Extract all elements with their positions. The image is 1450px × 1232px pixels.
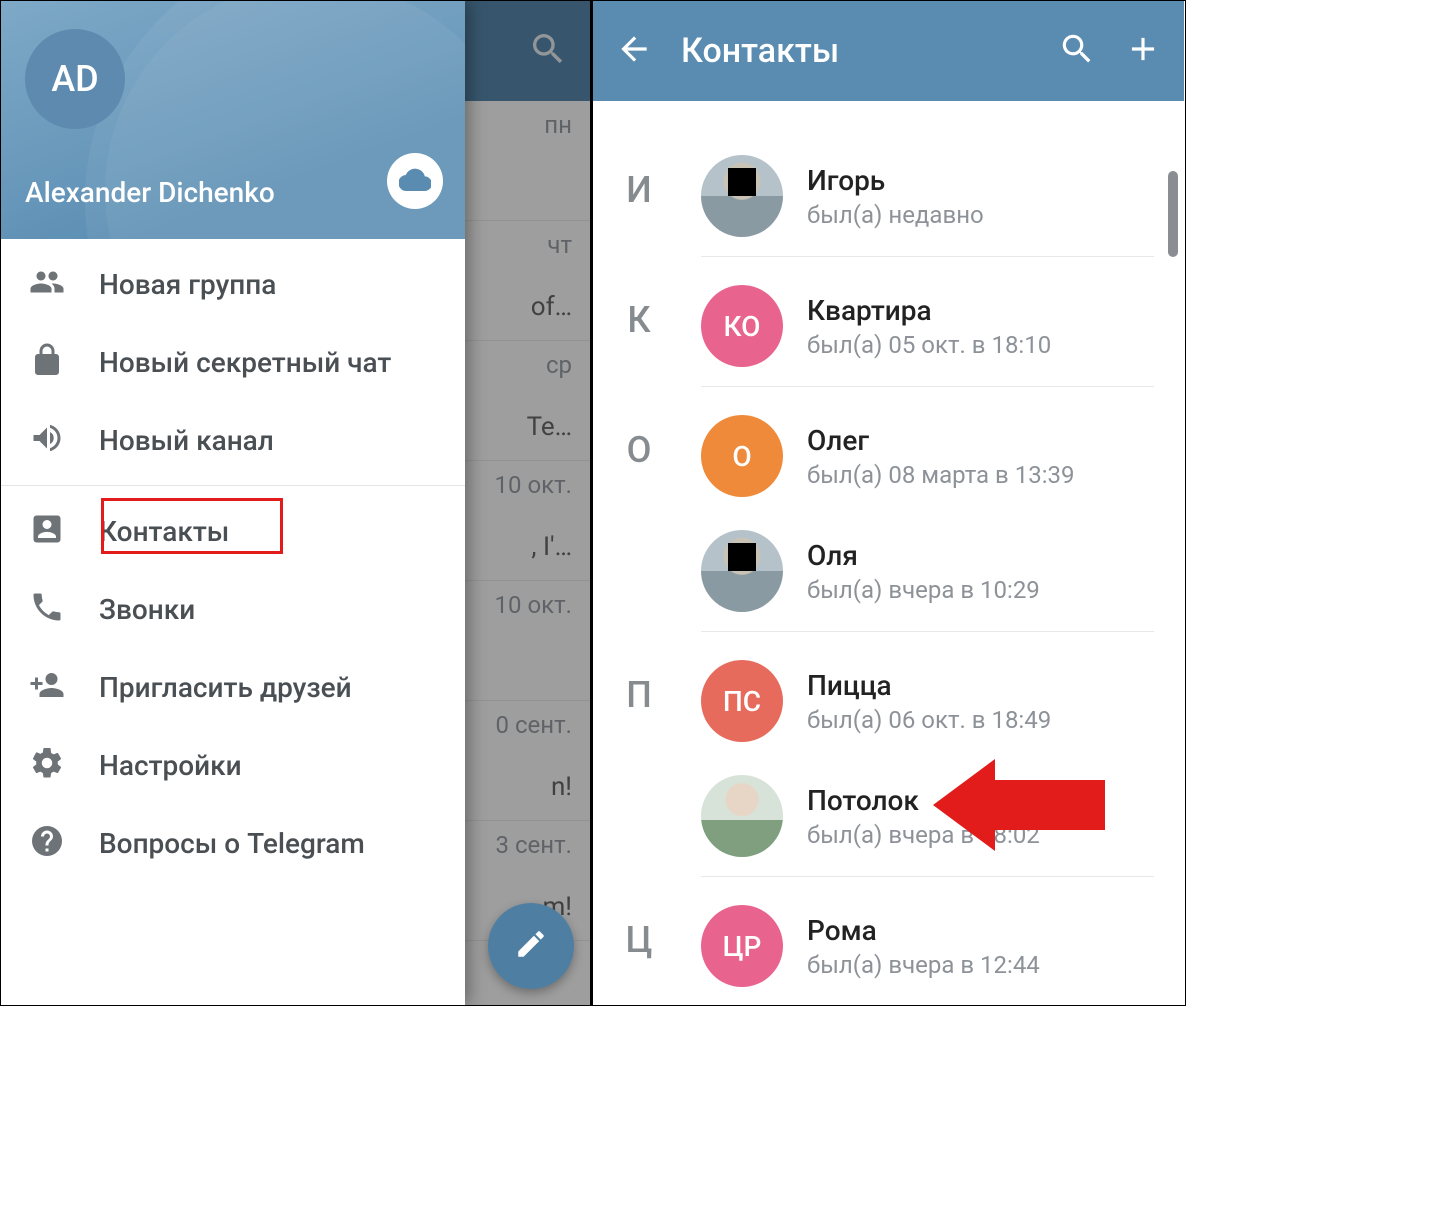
contact-status: был(а) недавно xyxy=(807,201,984,229)
contact-status: был(а) 08 марта в 13:39 xyxy=(807,461,1075,489)
contact-name: Пицца xyxy=(807,669,1051,702)
drawer-item-calls[interactable]: Звонки xyxy=(1,570,465,648)
contact-status: был(а) вчера в 12:44 xyxy=(807,951,1040,979)
drawer-item-label: Новый канал xyxy=(99,424,274,457)
drawer-item-faq[interactable]: Вопросы о Telegram xyxy=(1,804,465,882)
contact-avatar: ЦР xyxy=(701,905,783,987)
contact-row[interactable]: О Олег был(а) 08 марта в 13:39 xyxy=(701,401,1164,511)
drawer-item-secret-chat[interactable]: Новый секретный чат xyxy=(1,323,465,401)
right-pane: Контакты И Игорь был(а) недавно К xyxy=(593,1,1184,1005)
contact-row[interactable]: ПС Пицца был(а) 06 окт. в 18:49 xyxy=(701,646,1164,756)
back-button[interactable] xyxy=(615,30,653,72)
contact-status: был(а) вчера в 10:29 xyxy=(807,576,1040,604)
drawer-item-new-channel[interactable]: Новый канал xyxy=(1,401,465,479)
phone-icon xyxy=(29,589,65,629)
drawer-item-label: Новый секретный чат xyxy=(99,346,391,379)
drawer-item-label: Контакты xyxy=(99,515,229,548)
arrow-annotation xyxy=(933,759,1105,851)
section-letter: К xyxy=(615,299,663,341)
contact-status: был(а) 05 окт. в 18:10 xyxy=(807,331,1051,359)
section-letter: И xyxy=(615,169,663,211)
contact-row[interactable]: ЦР Рома был(а) вчера в 12:44 xyxy=(701,891,1164,1001)
drawer-item-contacts[interactable]: Контакты xyxy=(1,492,465,570)
contact-name: Олег xyxy=(807,424,1075,457)
navigation-drawer: AD Alexander Dichenko Новая группа Новый… xyxy=(1,1,465,1005)
user-avatar[interactable]: AD xyxy=(25,29,125,129)
contact-row[interactable]: Оля был(а) вчера в 10:29 xyxy=(701,516,1164,626)
section-letter: О xyxy=(615,429,663,471)
contacts-list[interactable]: И Игорь был(а) недавно К КО Квартира был… xyxy=(593,101,1184,1005)
user-name: Alexander Dichenko xyxy=(25,176,275,209)
drawer-item-label: Вопросы о Telegram xyxy=(99,827,365,860)
search-button[interactable] xyxy=(1058,30,1096,72)
plus-icon xyxy=(1124,30,1162,68)
contact-status: был(а) 06 окт. в 18:49 xyxy=(807,706,1051,734)
compose-fab[interactable] xyxy=(488,903,574,989)
divider xyxy=(701,256,1154,257)
drawer-item-label: Звонки xyxy=(99,593,195,626)
divider xyxy=(701,386,1154,387)
saved-messages-button[interactable] xyxy=(387,153,443,209)
section-letter: П xyxy=(615,674,663,716)
contact-row[interactable]: КО Квартира был(а) 05 окт. в 18:10 xyxy=(701,271,1164,381)
invite-icon xyxy=(29,667,65,707)
section-letter: Ц xyxy=(615,919,663,961)
divider xyxy=(701,876,1154,877)
search-icon xyxy=(1058,30,1096,68)
help-icon xyxy=(29,823,65,863)
group-icon xyxy=(29,264,65,304)
header-title: Контакты xyxy=(681,31,1030,71)
drawer-item-settings[interactable]: Настройки xyxy=(1,726,465,804)
contact-name: Рома xyxy=(807,914,1040,947)
add-contact-button[interactable] xyxy=(1124,30,1162,72)
drawer-item-new-group[interactable]: Новая группа xyxy=(1,245,465,323)
drawer-menu: Новая группа Новый секретный чат Новый к… xyxy=(1,239,465,1005)
drawer-item-label: Новая группа xyxy=(99,268,276,301)
scrollbar-thumb[interactable] xyxy=(1168,171,1178,257)
contact-avatar: КО xyxy=(701,285,783,367)
contact-name: Оля xyxy=(807,539,1040,572)
megaphone-icon xyxy=(29,420,65,460)
contact-avatar: О xyxy=(701,415,783,497)
contact-avatar xyxy=(701,775,783,857)
drawer-separator xyxy=(1,485,465,486)
contact-name: Квартира xyxy=(807,294,1051,327)
arrow-left-icon xyxy=(615,30,653,68)
drawer-item-label: Пригласить друзей xyxy=(99,671,352,704)
contact-avatar xyxy=(701,530,783,612)
drawer-header: AD Alexander Dichenko xyxy=(1,1,465,239)
contacts-header: Контакты xyxy=(593,1,1184,101)
contact-avatar xyxy=(701,155,783,237)
contact-avatar: ПС xyxy=(701,660,783,742)
gear-icon xyxy=(29,745,65,785)
left-pane: пн чтof… срTe… 10 окт., I'… 10 окт. 0 се… xyxy=(1,1,593,1005)
drawer-item-invite[interactable]: Пригласить друзей xyxy=(1,648,465,726)
drawer-item-label: Настройки xyxy=(99,749,242,782)
cloud-icon xyxy=(399,163,431,199)
contact-name: Игорь xyxy=(807,164,984,197)
lock-icon xyxy=(29,342,65,382)
divider xyxy=(701,631,1154,632)
contact-icon xyxy=(29,511,65,551)
contact-row[interactable]: Игорь был(а) недавно xyxy=(701,141,1164,251)
pencil-icon xyxy=(514,927,548,965)
